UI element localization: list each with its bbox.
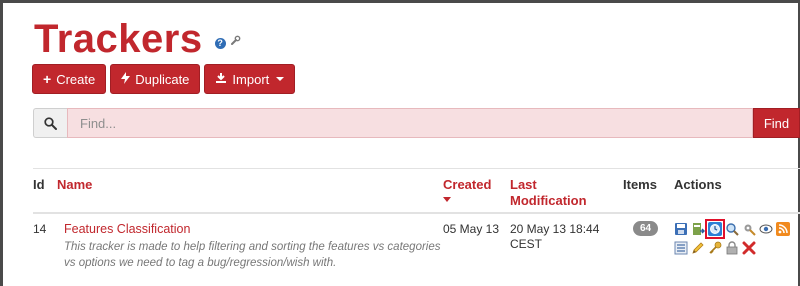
create-button-label: Create	[56, 71, 96, 87]
sort-descending-icon	[443, 197, 451, 202]
toolbar: + Create Duplicate Import	[32, 64, 296, 94]
delete-icon[interactable]	[742, 241, 756, 255]
column-items: Items	[623, 177, 657, 192]
window-left-border	[0, 0, 3, 286]
chevron-down-icon	[276, 77, 285, 81]
import-icon	[215, 72, 227, 87]
column-id[interactable]: Id	[33, 177, 45, 193]
row-id: 14	[33, 222, 47, 236]
plus-icon: +	[43, 71, 52, 87]
import-button[interactable]: Import	[204, 64, 296, 94]
title-row: Trackers ?	[34, 14, 241, 64]
search-icon[interactable]	[725, 222, 739, 236]
clock-icon[interactable]	[705, 218, 725, 239]
row-last-modification-tz: CEST	[510, 237, 543, 251]
column-name[interactable]: Name	[57, 177, 92, 193]
column-created[interactable]: Created	[443, 177, 491, 202]
column-actions: Actions	[674, 177, 722, 192]
search-icon	[33, 108, 67, 138]
find-button[interactable]: Find	[753, 108, 800, 138]
duplicate-button-label: Duplicate	[135, 71, 190, 87]
view-icon[interactable]	[759, 222, 773, 236]
row-actions	[674, 218, 794, 256]
wrench-icon[interactable]	[230, 33, 241, 51]
row-last-modification: 20 May 13 18:44 CEST	[510, 222, 620, 252]
table-header: Id Name Created Last Modification Items …	[33, 168, 800, 214]
column-last-modification[interactable]: Last Modification	[510, 177, 590, 209]
window-top-border	[0, 0, 800, 3]
table-row: 14 Features Classification This tracker …	[33, 214, 800, 286]
search-input[interactable]	[67, 108, 753, 138]
help-icon[interactable]: ?	[214, 37, 226, 49]
page-title: Trackers	[34, 16, 203, 61]
edit-icon[interactable]	[691, 241, 705, 255]
tracker-description: This tracker is made to help filtering a…	[64, 241, 441, 269]
create-button[interactable]: + Create	[32, 64, 107, 94]
tracker-name-link[interactable]: Features Classification	[64, 222, 190, 237]
import-button-label: Import	[232, 71, 270, 87]
items-count-badge: 64	[633, 221, 659, 236]
search-bar: Find	[33, 108, 800, 138]
row-created: 05 May 13	[443, 222, 500, 236]
key-icon[interactable]	[708, 241, 722, 255]
row-last-modification-date: 20 May 13 18:44	[510, 222, 600, 236]
list-icon[interactable]	[674, 241, 688, 255]
duplicate-button[interactable]: Duplicate	[110, 64, 201, 94]
save-icon[interactable]	[674, 222, 688, 236]
tools-icon[interactable]	[742, 222, 756, 236]
bolt-icon	[121, 71, 131, 87]
lock-icon[interactable]	[725, 240, 739, 255]
column-created-label: Created	[443, 177, 492, 192]
rss-icon[interactable]	[776, 221, 790, 236]
export-icon[interactable]	[691, 222, 706, 236]
